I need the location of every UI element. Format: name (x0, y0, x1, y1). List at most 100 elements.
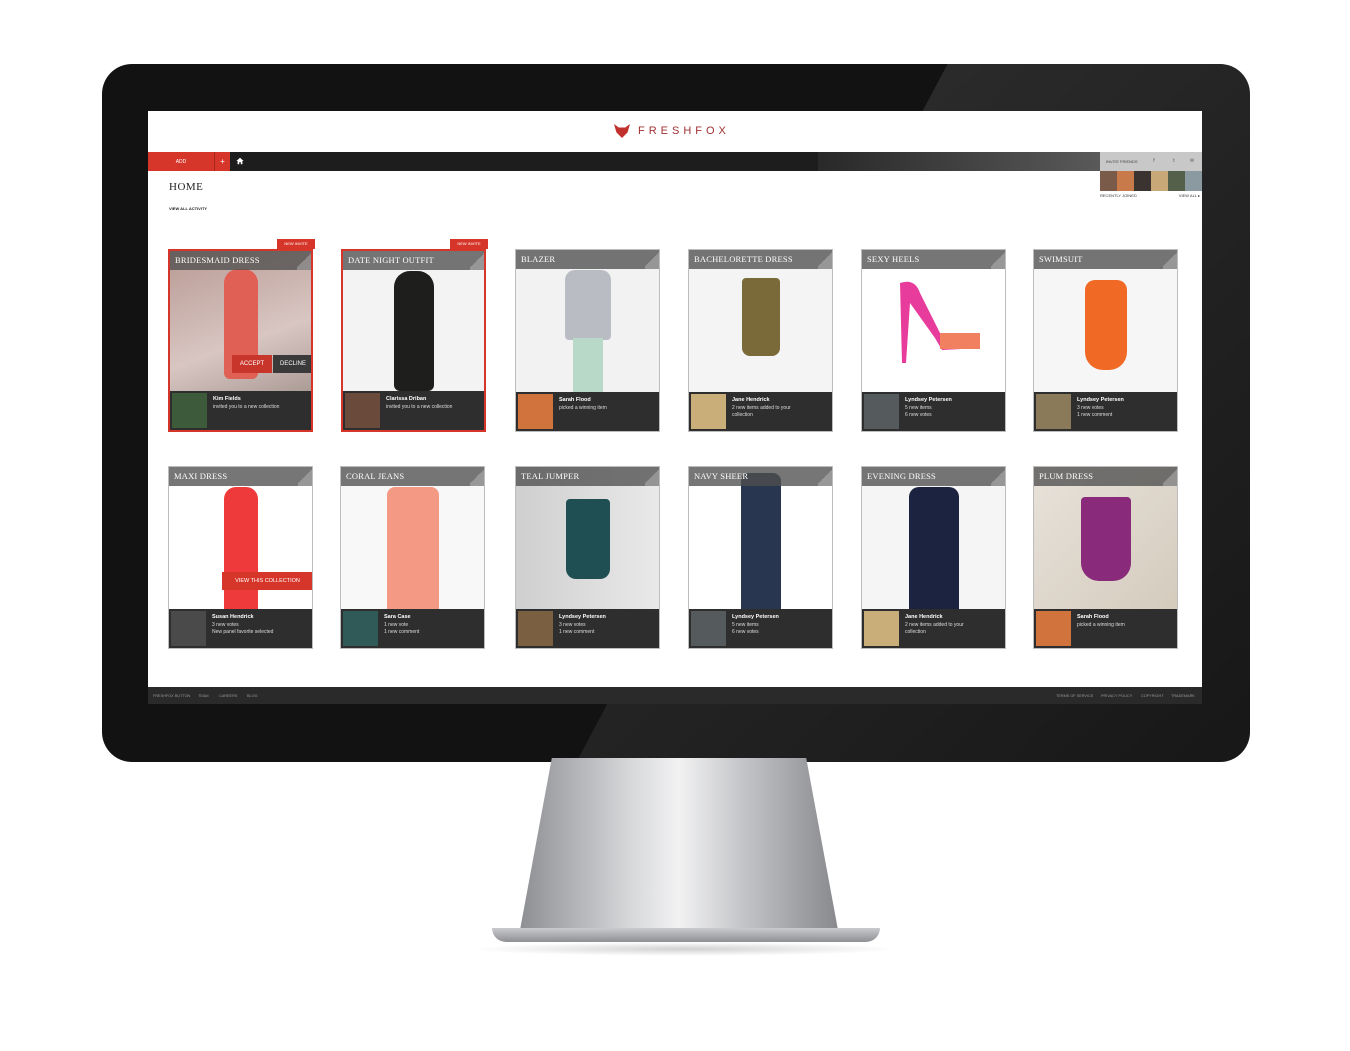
collection-card-teal-jumper[interactable]: TEAL JUMPER Lyndsey Petersen 3 new votes… (515, 466, 660, 649)
user-avatar[interactable] (864, 611, 899, 646)
footer-link[interactable]: FRESHFOX BUTTON (153, 694, 190, 698)
card-activity-footer: Sarah Flood picked a winning item (516, 392, 659, 431)
activity-text: 3 new votes (212, 622, 239, 628)
pants-figure (572, 338, 603, 396)
user-avatar[interactable] (1036, 394, 1071, 429)
collection-card-maxi-dress[interactable]: MAXI DRESS VIEW THIS COLLECTION Susan He… (168, 466, 313, 649)
joined-avatar[interactable] (1151, 171, 1168, 191)
footer-link[interactable]: CAREERS (219, 694, 237, 698)
joined-avatar[interactable] (1185, 171, 1202, 191)
activity-text: 3 new votes (559, 622, 586, 628)
new-invite-badge: NEW INVITE (450, 239, 488, 249)
activity-text: 2 new items added to your (732, 405, 791, 411)
card-activity-footer: Sara Case 1 new vote 1 new comment (341, 609, 484, 648)
user-avatar[interactable] (691, 394, 726, 429)
card-activity-footer: Sarah Flood picked a winning item (1034, 609, 1177, 648)
collection-card-blazer[interactable]: BLAZER Sarah Flood picked a winning item (515, 249, 660, 432)
user-avatar[interactable] (864, 394, 899, 429)
activity-user-name[interactable]: Sarah Flood (1077, 614, 1109, 620)
activity-text: 6 new votes (905, 412, 932, 418)
view-all-activity-link[interactable]: VIEW ALL ACTIVITY (169, 206, 207, 211)
card-title: MAXI DRESS (169, 467, 312, 486)
activity-user-name[interactable]: Lyndsey Petersen (559, 614, 606, 620)
user-avatar[interactable] (518, 611, 553, 646)
activity-user-name[interactable]: Jane Hendrick (732, 397, 770, 403)
user-avatar[interactable] (171, 611, 206, 646)
collection-image (862, 467, 1005, 613)
view-collection-button[interactable]: VIEW THIS COLLECTION (222, 572, 312, 590)
twitter-icon[interactable]: t (1170, 157, 1178, 165)
collection-card-bridesmaid-dress[interactable]: BRIDESMAID DRESS ACCEPT DECLINE Kim Fiel… (168, 249, 313, 432)
activity-user-name[interactable]: Lyndsey Petersen (1077, 397, 1124, 403)
collection-image (516, 250, 659, 396)
activity-user-name[interactable]: Lyndsey Petersen (732, 614, 779, 620)
blazer-figure (564, 270, 611, 340)
activity-user-name[interactable]: Sara Case (384, 614, 411, 620)
joined-avatar[interactable] (1168, 171, 1185, 191)
card-title: CORAL JEANS (341, 467, 484, 486)
add-plus-button[interactable]: + (214, 152, 230, 171)
activity-user-name[interactable]: Sarah Flood (559, 397, 591, 403)
activity-text: 1 new comment (559, 629, 595, 635)
activity-user-name[interactable]: Kim Fields (213, 396, 241, 402)
footer-link[interactable]: COPYRIGHT (1141, 694, 1164, 698)
collection-card-bachelorette-dress[interactable]: BACHELORETTE DRESS Jane Hendrick 2 new i… (688, 249, 833, 432)
card-title: DATE NIGHT OUTFIT (343, 251, 484, 270)
add-button[interactable]: ADD (148, 152, 214, 171)
accept-button[interactable]: ACCEPT (232, 355, 272, 373)
user-avatar[interactable] (1036, 611, 1071, 646)
card-activity-footer: Lyndsey Petersen 5 new items 6 new votes (862, 392, 1005, 431)
activity-user-name[interactable]: Lyndsey Petersen (905, 397, 952, 403)
collection-card-navy-sheer[interactable]: NAVY SHEER Lyndsey Petersen 5 new items … (688, 466, 833, 649)
footer-link[interactable]: TERMS OF SERVICE (1056, 694, 1093, 698)
activity-user-name[interactable]: Clarissa Driban (386, 396, 426, 402)
activity-text: collection (905, 629, 926, 635)
footer-link[interactable]: TEAM (198, 694, 209, 698)
dress-figure (1080, 497, 1131, 581)
view-all-friends-link[interactable]: VIEW ALL ▸ (1179, 193, 1200, 198)
activity-text: 3 new votes (1077, 405, 1104, 411)
card-activity-footer: Jane Hendrick 2 new items added to your … (689, 392, 832, 431)
card-title: SEXY HEELS (862, 250, 1005, 269)
email-icon[interactable]: ✉ (1188, 157, 1196, 165)
home-icon[interactable] (236, 157, 244, 165)
collection-card-coral-jeans[interactable]: CORAL JEANS Sara Case 1 new vote 1 new c… (340, 466, 485, 649)
user-avatar[interactable] (691, 611, 726, 646)
collection-image (862, 250, 1005, 396)
user-avatar[interactable] (345, 393, 380, 428)
footer-link[interactable]: TRADEMARK (1171, 694, 1195, 698)
collection-card-sexy-heels[interactable]: SEXY HEELS Lyndsey Petersen 5 new items … (861, 249, 1006, 432)
new-invite-badge: NEW INVITE (277, 239, 315, 249)
collection-image (689, 467, 832, 613)
app-screen: FRESHFOX ADD + INVITE FRIENDS f t ✉ RECE… (148, 111, 1202, 704)
footer-link[interactable]: BLOG (247, 694, 258, 698)
collection-card-date-night-outfit[interactable]: DATE NIGHT OUTFIT Clarissa Driban invite… (341, 249, 486, 432)
card-title: NAVY SHEER (689, 467, 832, 486)
monitor-stand (520, 758, 838, 930)
joined-avatar[interactable] (1100, 171, 1117, 191)
monitor-stand-base (492, 928, 880, 942)
joined-avatar[interactable] (1117, 171, 1134, 191)
facebook-icon[interactable]: f (1150, 157, 1158, 165)
user-avatar[interactable] (172, 393, 207, 428)
logo[interactable]: FRESHFOX (614, 124, 730, 138)
collection-card-swimsuit[interactable]: SWIMSUIT Lyndsey Petersen 3 new votes 1 … (1033, 249, 1178, 432)
card-title: PLUM DRESS (1034, 467, 1177, 486)
joined-avatar[interactable] (1134, 171, 1151, 191)
activity-text: New panel favorite selected (212, 629, 274, 635)
collection-card-evening-dress[interactable]: EVENING DRESS Jane Hendrick 2 new items … (861, 466, 1006, 649)
collection-image (516, 467, 659, 613)
user-avatar[interactable] (343, 611, 378, 646)
activity-text: 1 new comment (1077, 412, 1113, 418)
activity-text: collection (732, 412, 753, 418)
activity-text: invited you to a new collection (386, 404, 453, 410)
activity-text: 6 new votes (732, 629, 759, 635)
user-avatar[interactable] (518, 394, 553, 429)
logo-text: FRESHFOX (638, 125, 730, 137)
activity-user-name[interactable]: Susan Hendrick (212, 614, 254, 620)
decline-button[interactable]: DECLINE (273, 355, 311, 373)
collection-card-plum-dress[interactable]: PLUM DRESS Sarah Flood picked a winning … (1033, 466, 1178, 649)
card-activity-footer: Susan Hendrick 3 new votes New panel fav… (169, 609, 312, 648)
footer-link[interactable]: PRIVACY POLICY (1101, 694, 1132, 698)
activity-user-name[interactable]: Jane Hendrick (905, 614, 943, 620)
